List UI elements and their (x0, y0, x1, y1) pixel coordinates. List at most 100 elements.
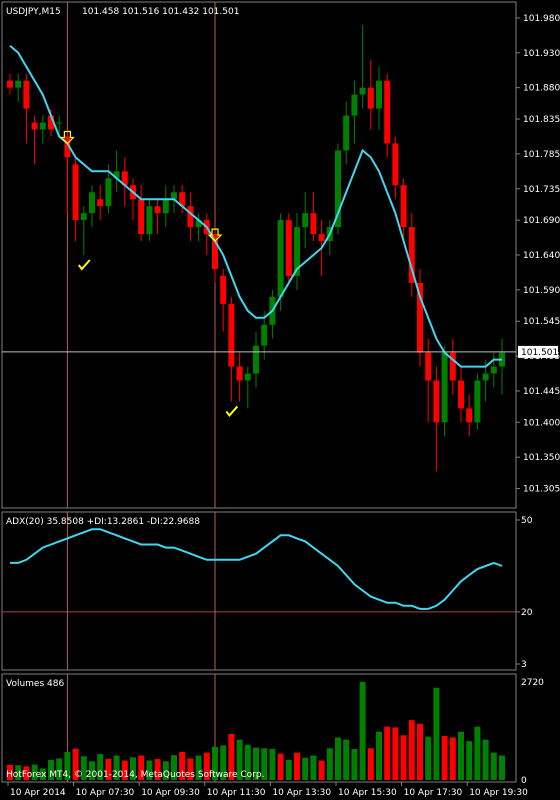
time-tick-label: 10 Apr 15:30 (338, 788, 397, 798)
candle-body (220, 275, 227, 304)
candle-body (384, 80, 391, 144)
volume-tick-label: 0 (521, 776, 527, 786)
adx-tick-label: 3 (521, 660, 527, 670)
candle-body (310, 213, 317, 235)
candle-body (261, 324, 268, 346)
volume-bar (458, 731, 464, 780)
candle-body (359, 87, 366, 95)
volume-bar (482, 739, 489, 780)
time-tick-label: 10 Apr 2014 (10, 788, 66, 798)
candle-body (97, 199, 104, 207)
price-tick-label: 101.735 (523, 185, 560, 195)
candle-body (400, 185, 407, 228)
copyright-text: HotForex MT4, © 2001-2014, MetaQuotes So… (6, 770, 264, 780)
candle-body (89, 192, 95, 214)
volume-bar (441, 736, 448, 780)
volume-bar (384, 726, 391, 780)
candle-body (302, 213, 309, 228)
symbol-label: USDJPY,M15 (6, 7, 61, 17)
volume-bar (392, 727, 399, 780)
candle-body (31, 122, 38, 130)
price-tick-label: 101.980 (523, 14, 560, 24)
volume-bar (474, 726, 481, 780)
price-tick-label: 101.545 (523, 317, 560, 327)
volume-title: Volumes 486 (6, 679, 64, 689)
volume-bar (326, 748, 333, 780)
candle-body (23, 80, 30, 109)
volume-bar (400, 735, 407, 780)
price-tick-label: 101.835 (523, 115, 560, 125)
price-tick-label: 101.590 (523, 286, 560, 296)
candle-body (162, 199, 169, 214)
candle-body (458, 380, 464, 409)
volume-bar (335, 737, 341, 780)
volume-bar (302, 757, 309, 780)
current-price-tag: 101.501 (518, 345, 558, 358)
current-price-value: 101.501 (521, 348, 558, 358)
candle-body (433, 380, 440, 423)
candle-body (80, 213, 87, 221)
candle-body (244, 373, 251, 381)
volume-bar (269, 749, 276, 780)
candle-body (425, 352, 432, 381)
volume-bar (376, 731, 382, 780)
candle-body (154, 206, 161, 214)
candle-body (285, 220, 292, 276)
candle-body (367, 87, 374, 109)
candle-body (466, 408, 473, 423)
adx-title: ADX(20) 35.8508 +DI:13.2861 -DI:22.9688 (6, 517, 200, 527)
time-tick-label: 10 Apr 17:30 (404, 788, 463, 798)
price-tick-label: 101.880 (523, 84, 560, 94)
candle-body (39, 122, 46, 130)
candle-body (376, 80, 382, 109)
volume-bar (318, 760, 325, 780)
candle-body (392, 143, 399, 186)
candle-body (474, 380, 481, 423)
price-axis: 101.980 101.930 101.880 101.835 101.785 101.7… (516, 14, 560, 495)
volume-bar (466, 741, 473, 780)
candle-body (187, 206, 194, 228)
candle-body (56, 122, 63, 124)
candle-body (236, 366, 243, 381)
candle-body (105, 178, 112, 207)
candle-body (441, 352, 448, 423)
price-tick-label: 101.445 (523, 387, 560, 397)
price-tick-label: 101.400 (523, 418, 560, 428)
price-tick-label: 101.305 (523, 485, 560, 495)
volume-bar (277, 753, 284, 780)
candle-body (171, 192, 177, 200)
volume-bar (310, 755, 317, 780)
time-tick-label: 10 Apr 09:30 (141, 788, 200, 798)
volume-bar (425, 736, 432, 780)
volume-tick-label: 2720 (521, 678, 544, 688)
candle-body (146, 206, 153, 235)
volume-bar (449, 737, 456, 780)
volume-bar (285, 759, 292, 780)
time-tick-label: 10 Apr 11:30 (207, 788, 266, 798)
volume-bar (417, 723, 423, 780)
volume-bar (408, 720, 415, 780)
candle-body (318, 234, 325, 242)
volume-bar (499, 755, 505, 780)
candle-body (253, 345, 259, 374)
volume-bar (351, 749, 358, 780)
candle-body (482, 373, 489, 381)
volume-bar (359, 682, 366, 780)
time-tick-label: 10 Apr 07:30 (76, 788, 135, 798)
chart-canvas: USDJPY,M15 101.458 101.516 101.432 101.5… (0, 0, 560, 800)
candle-body (15, 80, 22, 88)
price-tick-label: 101.640 (523, 251, 560, 261)
volume-bar (367, 748, 374, 780)
volume-bar (490, 752, 497, 780)
volume-bar (294, 752, 300, 780)
volume-bar (433, 687, 440, 780)
price-tick-label: 101.785 (523, 150, 560, 160)
candle-body (138, 199, 145, 235)
time-tick-label: 10 Apr 19:30 (469, 788, 528, 798)
candle-body (343, 115, 350, 151)
candle-body (228, 303, 235, 367)
volume-bar (343, 739, 350, 780)
price-tick-label: 101.690 (523, 216, 560, 226)
ohlc-label: 101.458 101.516 101.432 101.501 (82, 7, 239, 17)
candle-body (7, 80, 13, 88)
